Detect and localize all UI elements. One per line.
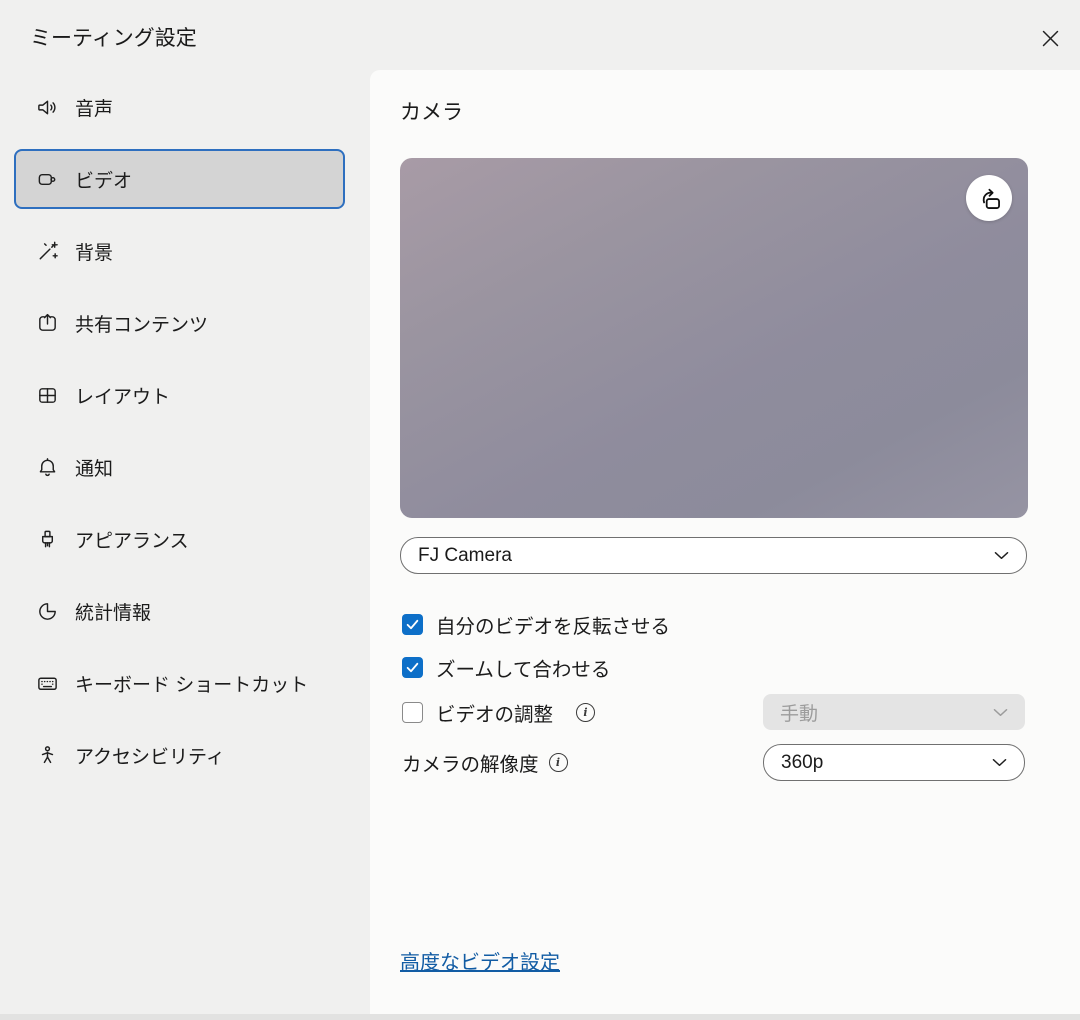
magic-wand-icon [36,240,59,263]
settings-sidebar: 音声 ビデオ 背景 [14,77,345,797]
sidebar-item-appearance[interactable]: アピアランス [14,509,345,569]
bell-icon [36,456,59,479]
camera-preview [400,158,1028,518]
close-button[interactable] [1032,20,1068,56]
info-icon[interactable]: i [549,753,568,772]
checkmark-icon [405,617,420,632]
mirror-video-row: 自分のビデオを反転させる [402,612,670,636]
sidebar-item-video[interactable]: ビデオ [14,149,345,209]
sidebar-item-accessibility[interactable]: アクセシビリティ [14,725,345,785]
sidebar-item-keyboard-shortcuts[interactable]: キーボード ショートカット [14,653,345,713]
sidebar-item-statistics[interactable]: 統計情報 [14,581,345,641]
sidebar-item-audio[interactable]: 音声 [14,77,345,137]
chevron-down-icon [994,551,1009,560]
zoom-to-fit-checkbox[interactable] [402,657,423,678]
sidebar-item-label: 共有コンテンツ [75,310,208,337]
advanced-video-settings-link[interactable]: 高度なビデオ設定 [400,946,560,975]
chevron-down-icon [992,758,1007,767]
camera-resolution-select[interactable]: 360p [763,744,1025,781]
camera-device-select[interactable]: FJ Camera [400,537,1027,574]
sidebar-item-label: 背景 [75,238,113,265]
video-adjustment-value: 手動 [780,699,818,726]
sidebar-item-background[interactable]: 背景 [14,221,345,281]
window-bottom-edge [0,1014,1080,1020]
page-title: カメラ [400,96,463,126]
share-content-icon [36,312,59,335]
checkmark-icon [405,660,420,675]
sidebar-item-label: 音声 [75,94,113,121]
rotate-icon [976,185,1003,212]
sidebar-item-label: 統計情報 [75,598,151,625]
layout-grid-icon [36,384,59,407]
pie-chart-icon [36,600,59,623]
sidebar-item-label: キーボード ショートカット [75,670,308,697]
video-adjustment-row: ビデオの調整 i [402,700,595,724]
info-icon[interactable]: i [576,703,595,722]
camera-resolution-row: カメラの解像度 i [402,744,568,781]
video-adjustment-checkbox[interactable] [402,702,423,723]
close-icon [1040,28,1061,49]
video-camera-icon [36,168,59,191]
sidebar-item-label: 通知 [75,454,113,481]
mirror-video-checkbox[interactable] [402,614,423,635]
sidebar-item-notifications[interactable]: 通知 [14,437,345,497]
video-adjustment-label: ビデオの調整 [436,698,553,727]
speaker-icon [36,96,59,119]
video-adjustment-select: 手動 [763,694,1025,730]
window-title: ミーティング設定 [30,22,197,52]
keyboard-icon [36,672,59,695]
camera-resolution-value: 360p [781,752,823,774]
camera-resolution-label: カメラの解像度 [402,748,539,777]
sidebar-item-layout[interactable]: レイアウト [14,365,345,425]
sidebar-item-shared-content[interactable]: 共有コンテンツ [14,293,345,353]
sidebar-item-label: アピアランス [75,526,189,553]
video-settings-panel: カメラ FJ Camera [370,70,1080,1020]
chevron-down-icon [993,708,1008,717]
sidebar-item-label: ビデオ [75,166,132,193]
paintbrush-icon [36,528,59,551]
rotate-camera-button[interactable] [966,175,1012,221]
mirror-video-label: 自分のビデオを反転させる [436,610,670,639]
zoom-to-fit-label: ズームして合わせる [436,653,610,682]
camera-device-value: FJ Camera [418,545,512,567]
sidebar-item-label: レイアウト [75,382,170,409]
accessibility-icon [36,744,59,767]
sidebar-item-label: アクセシビリティ [75,742,225,769]
zoom-to-fit-row: ズームして合わせる [402,655,610,679]
